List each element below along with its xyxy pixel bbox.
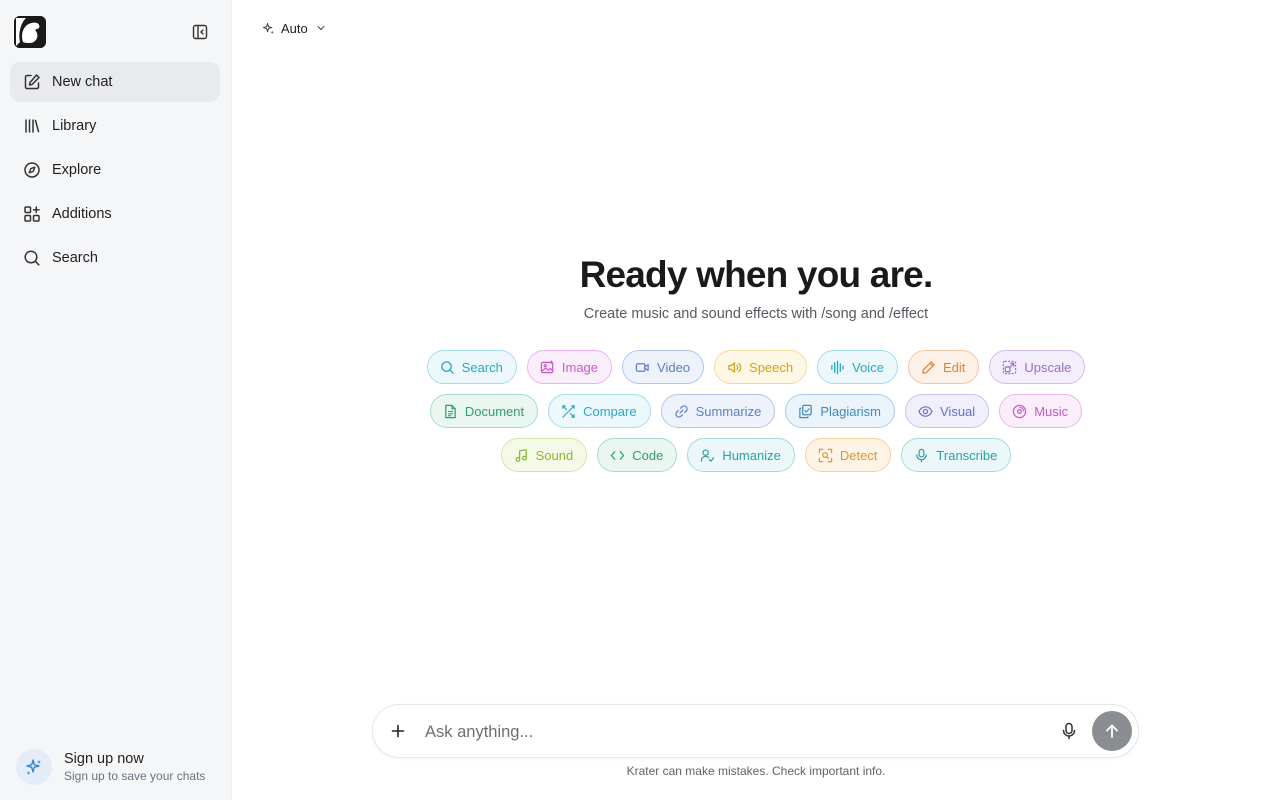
sidebar-item-search[interactable]: Search bbox=[10, 238, 220, 278]
music-note-icon bbox=[515, 448, 527, 462]
chip-label: Sound bbox=[535, 447, 574, 463]
model-selector-label: Auto bbox=[281, 20, 308, 36]
upscale-icon bbox=[1003, 360, 1017, 374]
chip-label: Code bbox=[632, 447, 664, 463]
chip-upscale[interactable]: Upscale bbox=[989, 350, 1086, 384]
chip-voice[interactable]: Voice bbox=[817, 350, 898, 384]
sparkle-icon bbox=[262, 22, 275, 34]
disc-icon bbox=[1012, 404, 1027, 418]
signup-button[interactable]: Sign up now Sign up to save your chats bbox=[16, 748, 220, 786]
sidebar-item-label: Search bbox=[52, 250, 98, 266]
signup-subtitle: Sign up to save your chats bbox=[64, 768, 206, 783]
chip-label: Video bbox=[657, 359, 691, 375]
chip-label: Edit bbox=[942, 359, 966, 375]
logo[interactable] bbox=[14, 16, 46, 48]
app: New chat Library Explore Additions Searc… bbox=[0, 0, 1280, 800]
chip-label: Speech bbox=[749, 359, 794, 375]
plus-icon bbox=[391, 724, 405, 738]
chip-row: Sound Code Humanize Detect Transcribe bbox=[232, 438, 1280, 472]
library-icon bbox=[23, 117, 41, 135]
chip-document[interactable]: Document bbox=[429, 394, 539, 428]
chip-label: Compare bbox=[583, 403, 637, 419]
sparkles-icon bbox=[16, 749, 52, 785]
chip-label: Voice bbox=[852, 359, 884, 375]
sidebar-item-explore[interactable]: Explore bbox=[10, 150, 220, 190]
sidebar-item-label: Explore bbox=[52, 162, 102, 178]
chip-humanize[interactable]: Humanize bbox=[687, 438, 795, 472]
signup-title: Sign up now bbox=[64, 750, 144, 767]
edit-icon bbox=[23, 73, 41, 91]
link-icon bbox=[674, 404, 688, 418]
grid-plus-icon bbox=[23, 205, 41, 223]
attach-button[interactable] bbox=[387, 720, 409, 742]
compass-icon bbox=[23, 161, 41, 179]
sidebar: New chat Library Explore Additions Searc… bbox=[0, 0, 232, 800]
sidebar-toggle-icon bbox=[192, 24, 208, 40]
chip-label: Visual bbox=[940, 403, 976, 419]
search-icon bbox=[440, 360, 454, 374]
page-title: Ready when you are. bbox=[579, 254, 934, 295]
chip-speech[interactable]: Speech bbox=[714, 350, 808, 384]
chip-row: Document Compare Summarize Plagiarism Visual… bbox=[232, 394, 1280, 428]
sidebar-item-new-chat[interactable]: New chat bbox=[10, 62, 220, 102]
chip-label: Humanize bbox=[722, 447, 781, 463]
disclaimer: Krater can make mistakes. Check importan… bbox=[626, 764, 886, 778]
chevron-down-icon bbox=[317, 25, 325, 31]
chip-sound[interactable]: Sound bbox=[500, 438, 588, 472]
collapse-sidebar-button[interactable] bbox=[190, 22, 210, 42]
chip-plagiarism[interactable]: Plagiarism bbox=[785, 394, 895, 428]
sidebar-item-library[interactable]: Library bbox=[10, 106, 220, 146]
chip-transcribe[interactable]: Transcribe bbox=[901, 438, 1012, 472]
speaker-icon bbox=[728, 361, 742, 373]
pencil-icon bbox=[922, 360, 935, 374]
chip-code[interactable]: Code bbox=[597, 438, 678, 472]
chip-image[interactable]: Image bbox=[526, 350, 613, 384]
sidebar-item-label: Library bbox=[52, 118, 97, 134]
composer bbox=[372, 704, 1139, 758]
chip-label: Search bbox=[461, 359, 503, 375]
chip-label: Music bbox=[1034, 403, 1069, 419]
model-selector[interactable]: Auto bbox=[256, 16, 332, 40]
sidebar-nav: New chat Library Explore Additions Searc… bbox=[10, 62, 220, 282]
chat-input[interactable] bbox=[425, 717, 1045, 747]
image-icon bbox=[540, 359, 554, 373]
chip-label: Document bbox=[464, 403, 525, 419]
scan-icon bbox=[818, 448, 833, 462]
chip-music[interactable]: Music bbox=[999, 394, 1083, 428]
sidebar-item-label: New chat bbox=[52, 74, 113, 90]
chip-video[interactable]: Video bbox=[622, 350, 705, 384]
user-check-icon bbox=[701, 448, 715, 462]
microphone-icon bbox=[916, 448, 928, 462]
eye-icon bbox=[918, 405, 933, 417]
chip-row: Search Image Video Speech Voice Edit Upscale bbox=[232, 350, 1280, 384]
send-button[interactable] bbox=[1092, 711, 1132, 751]
chip-label: Image bbox=[561, 359, 599, 375]
sidebar-item-additions[interactable]: Additions bbox=[10, 194, 220, 234]
chip-label: Transcribe bbox=[936, 447, 998, 463]
signup-text: Sign up now Sign up to save your chats bbox=[64, 751, 205, 784]
chip-label: Upscale bbox=[1024, 359, 1072, 375]
search-icon bbox=[23, 249, 41, 267]
document-icon bbox=[445, 404, 456, 418]
code-icon bbox=[610, 450, 625, 460]
chip-compare[interactable]: Compare bbox=[548, 394, 651, 428]
arrow-up-icon bbox=[1106, 724, 1118, 738]
microphone-icon bbox=[1062, 722, 1076, 740]
chip-label: Plagiarism bbox=[820, 403, 881, 419]
page-subtitle: Create music and sound effects with /son… bbox=[583, 306, 929, 322]
sidebar-item-label: Additions bbox=[52, 206, 112, 222]
chip-edit[interactable]: Edit bbox=[907, 350, 980, 384]
waveform-icon bbox=[831, 360, 844, 374]
copy-check-icon bbox=[799, 404, 813, 418]
compare-icon bbox=[562, 404, 575, 418]
chip-visual[interactable]: Visual bbox=[905, 394, 990, 428]
chip-search[interactable]: Search bbox=[426, 350, 517, 384]
chip-label: Summarize bbox=[695, 403, 762, 419]
voice-input-button[interactable] bbox=[1059, 721, 1079, 741]
lion-logo-icon bbox=[14, 16, 46, 48]
video-icon bbox=[635, 362, 649, 372]
chip-detect[interactable]: Detect bbox=[804, 438, 892, 472]
chip-summarize[interactable]: Summarize bbox=[660, 394, 776, 428]
chip-label: Detect bbox=[839, 447, 878, 463]
